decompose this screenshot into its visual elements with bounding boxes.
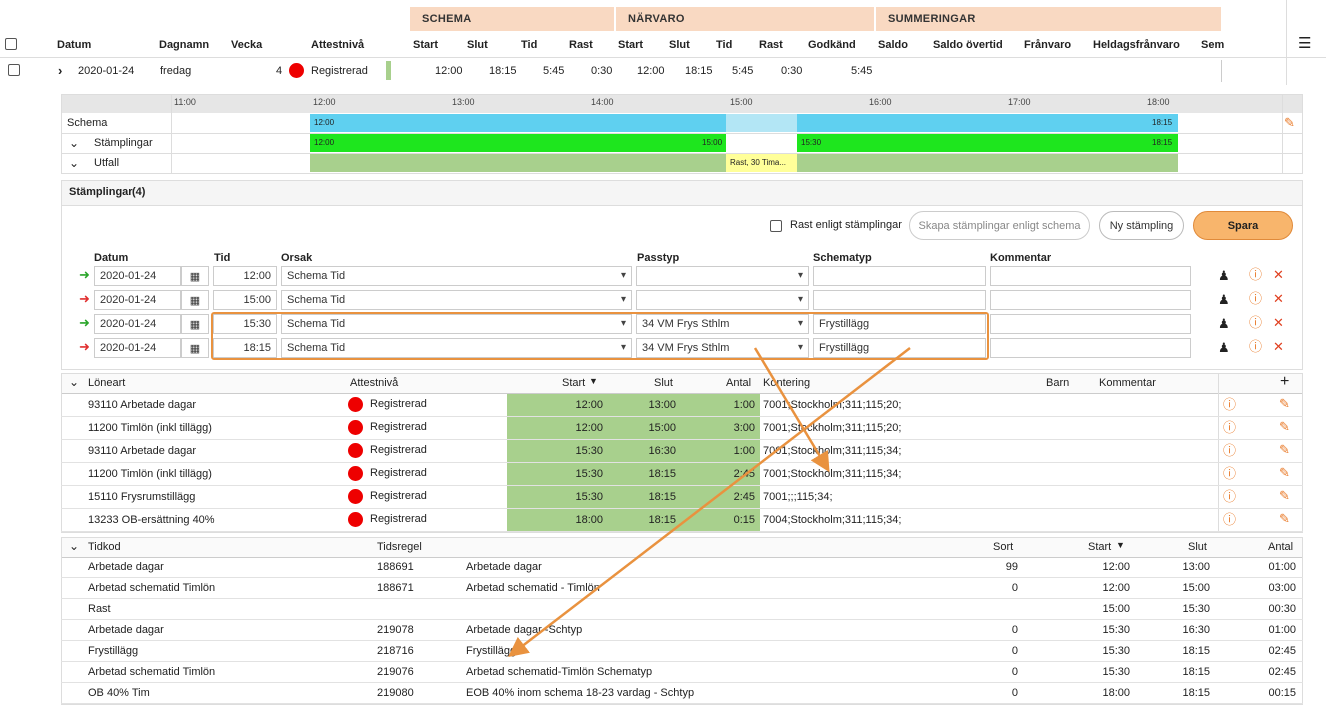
- arrow-to-kontering: [753, 347, 830, 473]
- arrow-to-frystillagg: [508, 347, 911, 658]
- annotation-arrows: [508, 347, 911, 658]
